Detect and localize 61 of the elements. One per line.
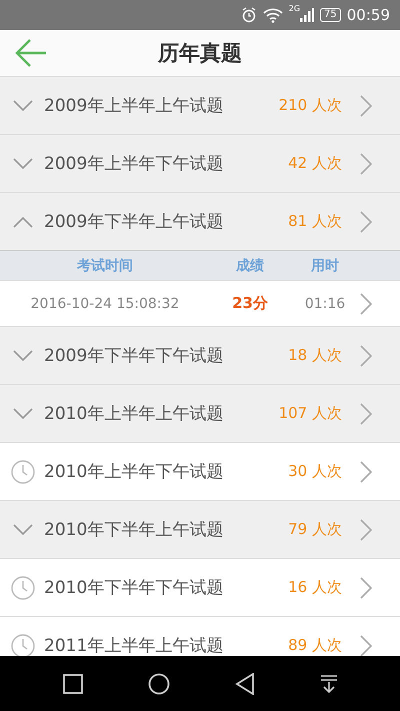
record-score: 23分 (231, 294, 269, 313)
exam-title: 2010年下半年下午试题 (44, 577, 224, 599)
exam-row[interactable]: 2010年下半年上午试题 79 人次 (0, 500, 400, 558)
wifi-icon (262, 8, 283, 22)
alarm-icon (240, 7, 257, 23)
caret-down-icon (13, 524, 33, 536)
exam-row[interactable]: 2011年上半年上午试题 89 人次 (0, 616, 400, 656)
clock-icon (11, 460, 35, 484)
network-type: 2G (288, 4, 300, 13)
attempt-count: 107 人次 (278, 404, 342, 423)
exam-title: 2009年上半年下午试题 (44, 153, 224, 175)
chevron-right-icon (360, 152, 372, 174)
chevron-right-icon (360, 518, 372, 540)
exam-title: 2010年上半年下午试题 (44, 461, 224, 483)
recents-button[interactable] (62, 674, 82, 694)
exam-row[interactable]: 2009年下半年下午试题 18 人次 (0, 326, 400, 384)
signal-icon (300, 8, 314, 22)
record-duration: 01:16 (304, 296, 346, 312)
chevron-right-icon (360, 344, 372, 366)
home-button[interactable] (148, 672, 170, 694)
attempt-count: 16 人次 (288, 578, 342, 597)
column-header: 考试时间 (76, 256, 134, 274)
exam-row[interactable]: 2009年上半年下午试题 42 人次 (0, 134, 400, 192)
exam-title: 2009年下半年上午试题 (44, 211, 224, 233)
exam-title: 2009年下半年下午试题 (44, 345, 224, 367)
exam-row[interactable]: 2009年上半年上午试题 210 人次 (0, 76, 400, 134)
column-header: 用时 (310, 256, 340, 274)
notification-pull-button[interactable] (320, 674, 338, 694)
chevron-right-icon (360, 460, 372, 482)
clock-time: 00:59 (346, 6, 390, 24)
chevron-right-icon (360, 576, 372, 598)
attempt-count: 18 人次 (288, 346, 342, 365)
attempt-count: 81 人次 (288, 212, 342, 231)
chevron-right-icon (360, 402, 372, 424)
chevron-right-icon (360, 634, 372, 656)
attempt-count: 30 人次 (288, 462, 342, 481)
caret-up-icon (13, 216, 33, 228)
clock-icon (11, 634, 35, 656)
caret-down-icon (13, 158, 33, 170)
attempt-count: 79 人次 (288, 520, 342, 539)
attempt-count: 89 人次 (288, 636, 342, 655)
caret-down-icon (13, 408, 33, 420)
clock-icon (11, 576, 35, 600)
attempt-count: 210 人次 (278, 96, 342, 115)
column-header: 成绩 (234, 256, 265, 274)
chevron-right-icon (360, 94, 372, 116)
record-time: 2016-10-24 15:08:32 (30, 296, 180, 312)
caret-down-icon (13, 100, 33, 112)
page-title: 历年真题 (158, 40, 242, 67)
attempt-count: 42 人次 (288, 154, 342, 173)
caret-down-icon (13, 350, 33, 362)
exam-title: 2011年上半年上午试题 (44, 635, 224, 656)
battery-level: 75 (320, 8, 341, 22)
exam-title: 2010年上半年上午试题 (44, 403, 224, 425)
exam-row[interactable]: 2010年上半年上午试题 107 人次 (0, 384, 400, 442)
exam-title: 2010年下半年上午试题 (44, 519, 224, 541)
chevron-right-icon (360, 292, 372, 314)
back-nav-button[interactable] (234, 672, 254, 694)
exam-title: 2009年上半年上午试题 (44, 95, 224, 117)
exam-row[interactable]: 2009年下半年上午试题 81 人次 (0, 192, 400, 250)
chevron-right-icon (360, 210, 372, 232)
